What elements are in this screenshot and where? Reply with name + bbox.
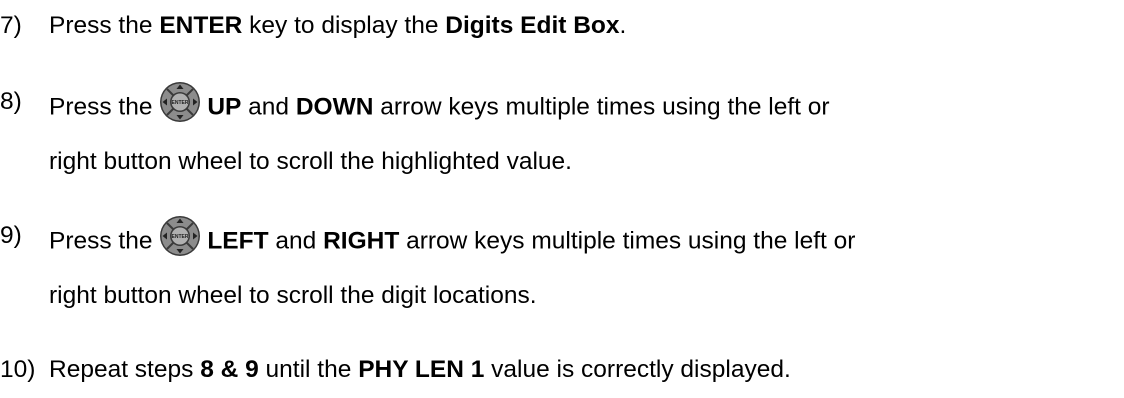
enter-key-label: ENTER [159, 12, 243, 39]
left-key-label: LEFT [207, 227, 269, 255]
digits-edit-box-label: Digits Edit Box [445, 12, 620, 39]
step-text: Repeat steps 8 & 9 until the PHY LEN 1 v… [49, 356, 791, 383]
step-text: Press the ENTER key to display the Digit… [49, 12, 627, 39]
down-key-label: DOWN [295, 93, 374, 121]
step-number: 8) [0, 88, 22, 115]
directional-pad-icon: ENTER [159, 215, 201, 257]
step-text: Press the ENTER UP and DOWN arrow keys m… [49, 82, 830, 129]
svg-text:ENTER: ENTER [172, 234, 189, 240]
steps-reference: 8 & 9 [200, 356, 259, 383]
phy-len-1-label: PHY LEN 1 [358, 356, 485, 383]
directional-pad-icon: ENTER [159, 81, 201, 123]
step-number: 7) [0, 12, 22, 39]
svg-text:ENTER: ENTER [172, 100, 189, 106]
step-text: Press the ENTER LEFT and RIGHT arrow key… [49, 216, 855, 263]
up-key-label: UP [207, 93, 242, 121]
step-number: 9) [0, 222, 22, 249]
step-number: 10) [0, 356, 36, 383]
right-key-label: RIGHT [323, 227, 400, 255]
